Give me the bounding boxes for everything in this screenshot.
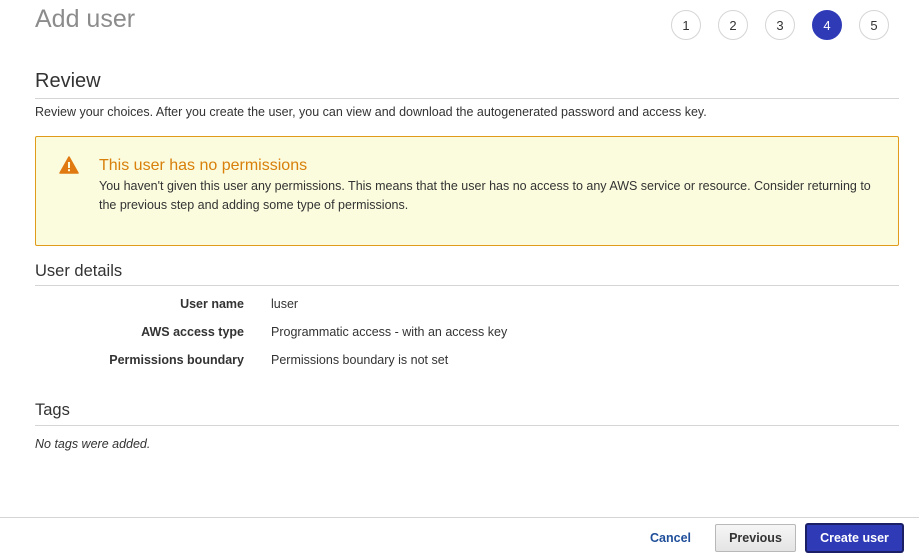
warning-triangle-icon xyxy=(59,156,79,174)
detail-label-access-type: AWS access type xyxy=(141,325,244,339)
add-user-page: Add user 1 2 3 4 5 Review Review your ch… xyxy=(0,0,919,554)
create-user-button[interactable]: Create user xyxy=(806,524,903,552)
tags-heading: Tags xyxy=(35,401,70,419)
warning-text: You haven't given this user any permissi… xyxy=(99,179,871,212)
detail-value-access-type: Programmatic access - with an access key xyxy=(271,325,508,339)
no-permissions-warning: This user has no permissions You haven't… xyxy=(35,136,899,246)
warning-title: This user has no permissions xyxy=(99,157,308,174)
cancel-link[interactable]: Cancel xyxy=(650,530,691,546)
review-divider xyxy=(35,98,899,99)
step-3[interactable]: 3 xyxy=(765,10,795,40)
page-title: Add user xyxy=(35,5,136,33)
review-description: Review your choices. After you create th… xyxy=(35,105,707,119)
user-details-divider xyxy=(35,285,899,286)
detail-label-user-name: User name xyxy=(180,297,244,311)
footer-divider xyxy=(0,517,919,518)
review-heading: Review xyxy=(35,70,101,92)
detail-value-permissions-boundary: Permissions boundary is not set xyxy=(271,353,449,367)
previous-button[interactable]: Previous xyxy=(715,524,796,552)
step-1[interactable]: 1 xyxy=(671,10,701,40)
no-tags-message: No tags were added. xyxy=(35,437,151,451)
user-details-heading: User details xyxy=(35,262,123,280)
step-5[interactable]: 5 xyxy=(859,10,889,40)
step-2[interactable]: 2 xyxy=(718,10,748,40)
detail-value-user-name: luser xyxy=(271,297,299,311)
step-4[interactable]: 4 xyxy=(812,10,842,40)
tags-divider xyxy=(35,425,899,426)
detail-label-permissions-boundary: Permissions boundary xyxy=(109,353,244,367)
